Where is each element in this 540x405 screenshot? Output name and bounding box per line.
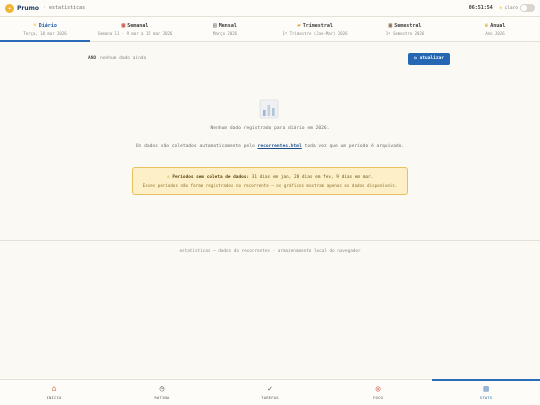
- archive-icon: ▣: [388, 22, 393, 29]
- tab-subtitle: 1º Semestre 2026: [385, 31, 425, 36]
- nav-label: FOCO: [373, 395, 383, 400]
- tab-semestral[interactable]: ▣ Semestral 1º Semestre 2026: [360, 17, 450, 41]
- tab-mensal[interactable]: ▤ Mensal Março 2026: [180, 17, 270, 41]
- nav-rotina[interactable]: ◷ ROTINA: [108, 380, 216, 405]
- chart-icon: ▥: [483, 384, 489, 393]
- clock: 06:51:54: [468, 5, 493, 11]
- sun-icon: ☀: [498, 4, 503, 12]
- info-suffix: toda vez que um período é arquivado.: [304, 144, 405, 149]
- tab-subtitle: Março 2026: [212, 31, 238, 36]
- compass-icon: ✦: [5, 3, 14, 13]
- nav-inicio[interactable]: ⌂ INÍCIO: [0, 380, 108, 405]
- warning-note: Esses períodos não foram registrados no …: [142, 183, 398, 188]
- tab-label: Trimestral: [302, 22, 333, 29]
- recorrentes-link[interactable]: recorrentes.html: [258, 144, 302, 149]
- info-message: Os dados são coletados automaticamente p…: [0, 144, 540, 149]
- folder-icon: ▰: [297, 22, 301, 29]
- sun-icon: ☀: [33, 22, 37, 29]
- target-icon: ◎: [375, 384, 381, 393]
- empty-message: Nenhum dado registrado para diário em 20…: [210, 126, 330, 131]
- period-tabs: ☀ Diário Terça, 10 mar 2026 ▦ Semanal Sema…: [0, 17, 540, 42]
- nav-label: ROTINA: [154, 395, 170, 400]
- theme-switcher[interactable]: ☀ claro: [499, 4, 535, 12]
- breadcrumb-section: estatísticas: [49, 5, 86, 11]
- tab-subtitle: 1º Trimestre (Jan–Mar) 2026: [282, 31, 348, 36]
- info-prefix: Os dados são coletados automaticamente p…: [135, 144, 255, 149]
- footer-note: estatísticas — dados do recorrentes · ar…: [179, 249, 361, 254]
- nav-stats[interactable]: ▥ STATS: [432, 379, 540, 405]
- calendar-icon: ▦: [121, 22, 126, 29]
- toggle-knob: [521, 5, 527, 11]
- nav-foco[interactable]: ◎ FOCO: [324, 380, 432, 405]
- calendar-icon: ▤: [213, 22, 217, 29]
- tab-label: Anual: [490, 22, 506, 29]
- tab-label: Semanal: [127, 22, 149, 29]
- tab-subtitle: Semana 11 · 9 mar a 15 mar 2026: [97, 31, 173, 36]
- trophy-icon: ♛: [484, 22, 489, 29]
- clock-icon: ◷: [159, 384, 165, 393]
- app-logo[interactable]: ✦ Prumo: [5, 3, 40, 13]
- breadcrumb-separator: ·: [43, 5, 47, 11]
- warning-title: Períodos sem coleta de dados:: [172, 175, 250, 180]
- theme-toggle[interactable]: [520, 4, 535, 12]
- top-bar: ✦ Prumo · estatísticas 06:51:54 ☀ claro: [0, 0, 540, 17]
- stats-toolbar: ANO nenhum dado ainda ↻ atualizar: [88, 52, 450, 65]
- tab-trimestral[interactable]: ▰ Trimestral 1º Trimestre (Jan–Mar) 2026: [270, 17, 360, 41]
- tab-label: Diário: [38, 22, 57, 29]
- tab-label: Semestral: [394, 22, 422, 29]
- warning-icon: ⚠: [166, 174, 170, 180]
- footer-divider: [0, 240, 540, 241]
- year-label: ANO: [88, 56, 97, 61]
- missing-periods-warning: ⚠ Períodos sem coleta de dados: 31 dias …: [132, 167, 408, 195]
- check-icon: ✓: [267, 384, 273, 393]
- home-icon: ⌂: [51, 384, 57, 393]
- bar-chart-icon: [259, 99, 279, 119]
- app-name: Prumo: [17, 4, 40, 12]
- tab-label: Mensal: [218, 22, 237, 29]
- nav-label: STATS: [479, 395, 493, 400]
- nav-label: TAREFAS: [261, 395, 279, 400]
- nav-tarefas[interactable]: ✓ TAREFAS: [216, 380, 324, 405]
- tab-subtitle: Terça, 10 mar 2026: [23, 31, 67, 36]
- theme-label: claro: [504, 5, 518, 11]
- nav-label: INÍCIO: [46, 395, 62, 400]
- tab-subtitle: Ano 2026: [485, 31, 505, 36]
- bottom-nav: ⌂ INÍCIO ◷ ROTINA ✓ TAREFAS ◎ FOCO ▥ STA…: [0, 379, 540, 405]
- year-note: nenhum dado ainda: [100, 56, 147, 61]
- tab-semanal[interactable]: ▦ Semanal Semana 11 · 9 mar a 15 mar 2026: [90, 17, 180, 41]
- refresh-button[interactable]: ↻ atualizar: [408, 52, 450, 65]
- warning-detail: 31 dias em jan, 28 dias em fev, 9 dias e…: [251, 175, 374, 180]
- tab-anual[interactable]: ♛ Anual Ano 2026: [450, 17, 540, 41]
- tab-diario[interactable]: ☀ Diário Terça, 10 mar 2026: [0, 17, 90, 42]
